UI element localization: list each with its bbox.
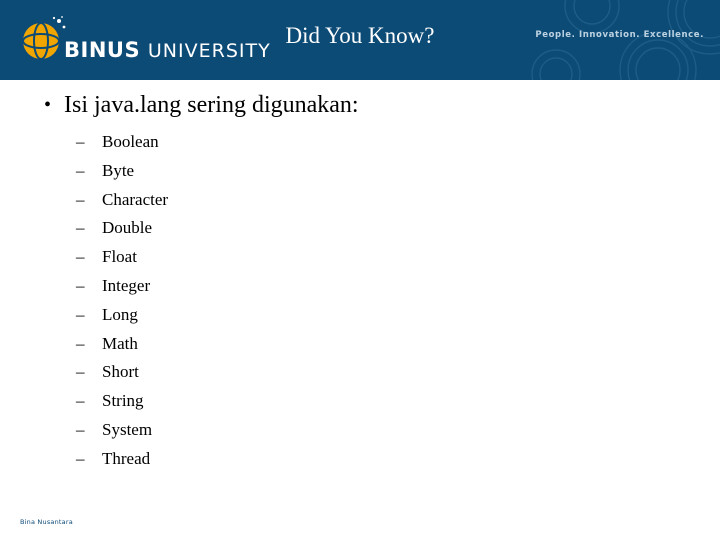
logo-name: BINUS: [64, 38, 141, 62]
list-item: Byte: [74, 157, 720, 186]
list-item: Integer: [74, 272, 720, 301]
list-item: System: [74, 416, 720, 445]
footer-text: Bina Nusantara: [20, 518, 73, 526]
list-item: Float: [74, 243, 720, 272]
list-item: String: [74, 387, 720, 416]
tagline: People. Innovation. Excellence.: [535, 30, 704, 40]
list-item: Short: [74, 358, 720, 387]
list-item: Thread: [74, 445, 720, 474]
list-item: Double: [74, 214, 720, 243]
slide-header-band: BINUS UNIVERSITY Did You Know? People. I…: [0, 0, 720, 80]
bullet-level-1: Isi java.lang sering digunakan:: [40, 90, 720, 120]
page-title: Did You Know?: [285, 23, 435, 48]
slide: BINUS UNIVERSITY Did You Know? People. I…: [0, 0, 720, 540]
binus-globe-icon: [22, 16, 66, 60]
slide-content: Isi java.lang sering digunakan: Boolean …: [0, 90, 720, 474]
list-item: Character: [74, 186, 720, 215]
list-item: Math: [74, 330, 720, 359]
sub-bullet-list: Boolean Byte Character Double Float Inte…: [0, 128, 720, 474]
list-item: Long: [74, 301, 720, 330]
list-item: Boolean: [74, 128, 720, 157]
